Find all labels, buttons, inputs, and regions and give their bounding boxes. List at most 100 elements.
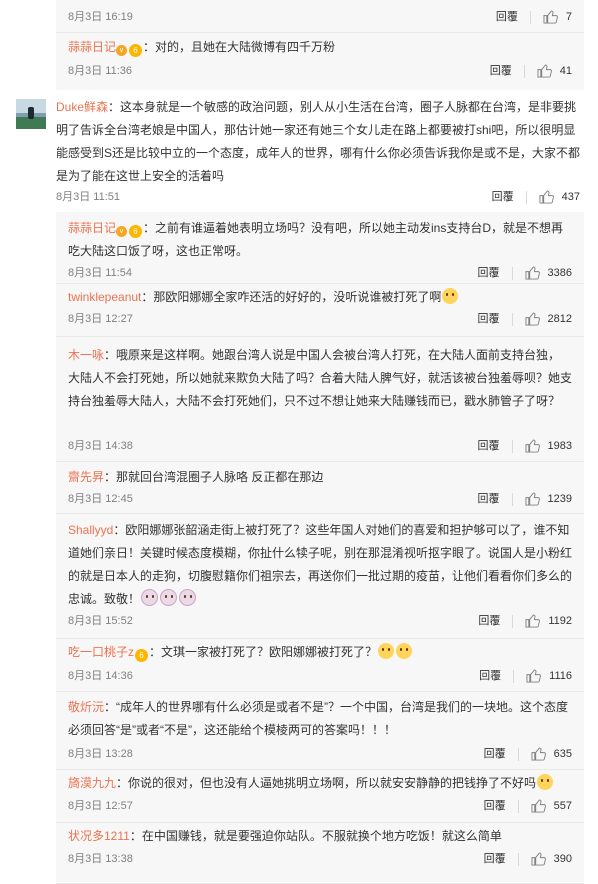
reply-button[interactable]: 回覆 bbox=[492, 187, 514, 207]
reply-text: 蒜蒜日记 v 6 ：之前有谁逼着她表明立场吗？没有吧，所以她主动发ins支持台D，就是… bbox=[68, 217, 572, 263]
divider bbox=[529, 10, 531, 24]
avatar[interactable] bbox=[16, 99, 46, 129]
like-button[interactable]: 1239 bbox=[525, 492, 572, 506]
like-button[interactable]: 1116 bbox=[526, 669, 572, 683]
divider bbox=[511, 266, 513, 280]
reply-username[interactable]: 木一咏 bbox=[68, 348, 104, 362]
like-count: 437 bbox=[561, 191, 580, 203]
reply-content: ：那就回台湾混圈子人脉咯 反正都在那边 bbox=[104, 470, 324, 484]
like-button[interactable]: 7 bbox=[543, 10, 572, 24]
like-count: 635 bbox=[553, 748, 572, 760]
like-count: 2812 bbox=[547, 313, 572, 325]
reply-text: 旖漠九九：你说的很对，但也没有人逼她挑明立场啊，所以就安安静静的把钱挣了不好吗 bbox=[68, 772, 572, 795]
fan-badge-icon: 6 bbox=[135, 649, 149, 662]
reply-username[interactable]: 状况多1211 bbox=[68, 829, 130, 843]
list-item: 旖漠九九：你说的很对，但也没有人逼她挑明立场啊，所以就安安静静的把钱挣了不好吗 … bbox=[56, 769, 584, 822]
reply-button[interactable]: 回覆 bbox=[478, 611, 500, 631]
reply-button[interactable]: 回覆 bbox=[478, 263, 500, 283]
sweat-emoji-icon bbox=[537, 774, 554, 790]
like-count: 7 bbox=[565, 11, 572, 23]
reply-content: ：那欧阳娜娜全家咋还活的好好的，没听说谁被打死了啊 bbox=[141, 290, 442, 304]
thumbs-up-icon bbox=[525, 266, 540, 280]
reply-username[interactable]: twinklepeanut bbox=[68, 290, 141, 304]
fan-badge-icon: 6 bbox=[129, 225, 143, 238]
reply-content: ：你说的很对，但也没有人逼她挑明立场啊，所以就安安静静的把钱挣了不好吗 bbox=[116, 776, 537, 790]
reply-username[interactable]: 敬炘沅 bbox=[68, 700, 104, 714]
reply-date: 8月3日 12:45 bbox=[68, 493, 133, 505]
list-item: 齋先昇：那就回台湾混圈子人脉咯 反正都在那边 8月3日 12:45 回覆 123… bbox=[56, 461, 584, 513]
reply-date: 8月3日 15:52 bbox=[68, 615, 133, 627]
reply-username[interactable]: 蒜蒜日记 bbox=[68, 221, 116, 235]
like-button[interactable]: 1983 bbox=[525, 439, 572, 453]
reply-text: 吃一口桃子z 6 ：文琪一家被打死了？欧阳娜娜被打死了？ bbox=[68, 641, 572, 664]
list-item: twinklepeanut：那欧阳娜娜全家咋还活的好好的，没听说谁被打死了啊 8… bbox=[56, 283, 584, 336]
reply-date: 8月3日 12:57 bbox=[68, 800, 133, 812]
reply-content: ：对的，且她在大陆微博有四千万粉 bbox=[143, 40, 336, 54]
reply-username[interactable]: 吃一口桃子z bbox=[68, 645, 134, 659]
like-button[interactable]: 2812 bbox=[525, 312, 572, 326]
vip-icon: v bbox=[116, 226, 128, 237]
like-button[interactable]: 557 bbox=[531, 799, 572, 813]
reply-text: 蒜蒜日记 v 6 ：对的，且她在大陆微博有四千万粉 bbox=[68, 36, 572, 59]
reply-content: ：哦原来是这样啊。她跟台湾人说是中国人会被台湾人打死，在大陆人面前支持台独，大陆… bbox=[68, 348, 573, 408]
like-count: 1239 bbox=[547, 493, 572, 505]
reply-content: ：在中国赚钱，就是要强迫你站队。不服就换个地方吃饭！就这么简单 bbox=[129, 829, 502, 843]
reply-button[interactable]: 回覆 bbox=[490, 61, 512, 81]
reply-date: 8月3日 11:54 bbox=[68, 267, 133, 279]
reply-button[interactable]: 回覆 bbox=[479, 666, 501, 686]
list-item: 吃一口桃子z 6 ：文琪一家被打死了？欧阳娜娜被打死了？ 8月3日 14:36 回覆… bbox=[56, 638, 584, 691]
like-count: 3386 bbox=[547, 267, 572, 279]
reply-list: 蒜蒜日记 v 6 ：之前有谁逼着她表明立场吗？没有吧，所以她主动发ins支持台D，就是… bbox=[56, 212, 584, 884]
comment-content: ：这本身就是一个敏感的政治问题，别人从小生活在台湾，圈子人脉都在台湾，是非要挑明… bbox=[56, 100, 581, 183]
divider bbox=[517, 799, 519, 813]
reply-button[interactable]: 回覆 bbox=[484, 744, 506, 764]
laugh-emoji-icon bbox=[396, 643, 413, 659]
thumbs-up-icon bbox=[525, 312, 540, 326]
like-button[interactable]: 3386 bbox=[525, 266, 572, 280]
comment-username[interactable]: Duke鲜森 bbox=[56, 100, 108, 114]
reply-meta: 8月3日 12:45 回覆 1239 bbox=[68, 489, 572, 509]
divider bbox=[512, 614, 514, 628]
reply-meta: 8月3日 15:52 回覆 1192 bbox=[68, 611, 572, 631]
like-count: 1192 bbox=[548, 615, 572, 627]
reply-text: twinklepeanut：那欧阳娜娜全家咋还活的好好的，没听说谁被打死了啊 bbox=[68, 286, 572, 309]
reply-button[interactable]: 回覆 bbox=[478, 489, 500, 509]
like-button[interactable]: 437 bbox=[539, 190, 580, 204]
like-count: 390 bbox=[553, 853, 572, 865]
reply-button[interactable]: 回覆 bbox=[478, 309, 500, 329]
reply-button[interactable]: 回覆 bbox=[484, 849, 506, 869]
reply-date: 8月3日 14:38 bbox=[68, 440, 133, 452]
reply-list-previous: 8月3日 16:19 回覆 7 蒜蒜日记 v 6 ：对的，且她在大陆微博有四千万粉 8… bbox=[56, 0, 584, 90]
doge-emoji-icon bbox=[378, 643, 395, 659]
reply-date: 8月3日 14:36 bbox=[68, 670, 133, 682]
reply-text: 敬炘沅：“成年人的世界哪有什么必须是或者不是”？一个中国，台湾是我们的一块地。这… bbox=[68, 696, 572, 742]
vip-icon: v bbox=[116, 45, 128, 56]
comment-meta: 8月3日 11:51 回覆 437 bbox=[56, 187, 580, 207]
like-button[interactable]: 635 bbox=[531, 747, 572, 761]
reply-username[interactable]: Shallyyd bbox=[68, 523, 113, 537]
reply-username[interactable]: 旖漠九九 bbox=[68, 776, 116, 790]
reply-date: 8月3日 12:27 bbox=[68, 313, 133, 325]
divider bbox=[525, 190, 527, 204]
ghost-emoji-icon bbox=[179, 589, 197, 606]
divider bbox=[517, 852, 519, 866]
reply-username[interactable]: 蒜蒜日记 bbox=[68, 40, 116, 54]
reply-meta: 8月3日 11:36 回覆 41 bbox=[68, 61, 572, 81]
reply-date: 8月3日 13:38 bbox=[68, 853, 133, 865]
like-count: 557 bbox=[553, 800, 572, 812]
thumbs-up-icon bbox=[539, 190, 554, 204]
reply-button[interactable]: 回覆 bbox=[478, 436, 500, 456]
thumbs-up-icon bbox=[531, 799, 546, 813]
like-button[interactable]: 390 bbox=[531, 852, 572, 866]
reply-username[interactable]: 齋先昇 bbox=[68, 470, 104, 484]
reply-meta: 8月3日 16:19 回覆 7 bbox=[68, 7, 572, 27]
thumbs-up-icon bbox=[543, 10, 558, 24]
reply-button[interactable]: 回覆 bbox=[484, 796, 506, 816]
list-item: 木一咏：哦原来是这样啊。她跟台湾人说是中国人会被台湾人打死，在大陆人面前支持台独… bbox=[56, 336, 584, 461]
like-button[interactable]: 41 bbox=[537, 64, 572, 78]
reply-button[interactable]: 回覆 bbox=[496, 7, 518, 27]
list-item: 敬炘沅：“成年人的世界哪有什么必须是或者不是”？一个中国，台湾是我们的一块地。这… bbox=[56, 691, 584, 769]
list-item: 蒜蒜日记 v 6 ：之前有谁逼着她表明立场吗？没有吧，所以她主动发ins支持台D，就是… bbox=[56, 212, 584, 283]
thumbs-up-icon bbox=[531, 852, 546, 866]
like-button[interactable]: 1192 bbox=[525, 614, 572, 628]
